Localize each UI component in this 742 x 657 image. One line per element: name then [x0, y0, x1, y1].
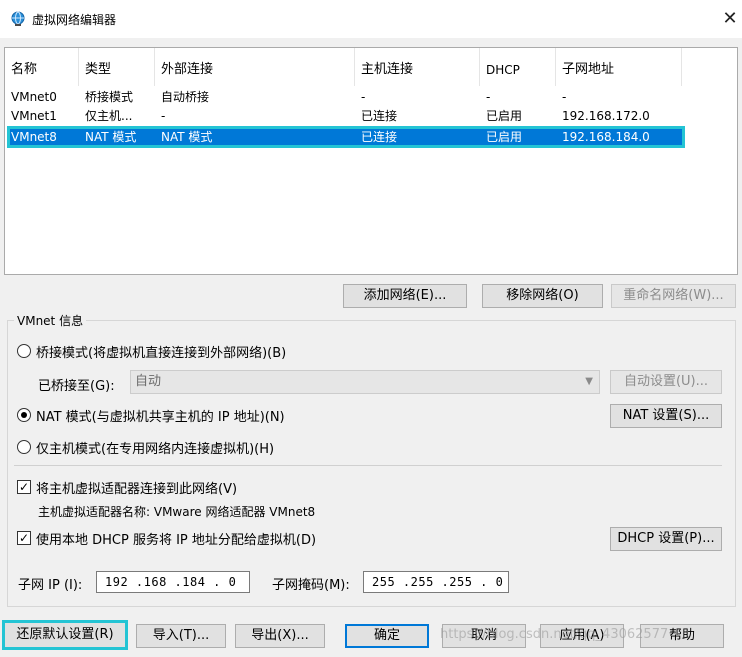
remove-network-button[interactable]: 移除网络(O)	[482, 284, 603, 308]
rename-network-button[interactable]: 重命名网络(W)...	[611, 284, 736, 308]
apply-button[interactable]: 应用(A)	[540, 624, 624, 648]
cell-external: 自动桥接	[161, 90, 210, 104]
export-button[interactable]: 导出(X)...	[235, 624, 325, 648]
cell-dhcp: -	[486, 90, 491, 104]
list-header: 名称 类型 外部连接 主机连接 DHCP 子网地址	[5, 48, 737, 86]
nat-mode-radio[interactable]	[17, 408, 31, 422]
cell-host: 已连接	[361, 130, 398, 144]
window-title: 虚拟网络编辑器	[32, 13, 117, 27]
host-only-mode-radio[interactable]	[17, 440, 31, 454]
subnet-mask-label: 子网掩码(M):	[272, 578, 350, 593]
connect-adapter-checkbox[interactable]: ✓	[17, 480, 31, 494]
cell-subnet: 192.168.184.0	[562, 130, 650, 144]
cell-type: NAT 模式	[85, 130, 137, 144]
cell-subnet: 192.168.172.0	[562, 109, 650, 123]
cell-dhcp: 已启用	[486, 109, 523, 123]
adapter-name-text: 主机虚拟适配器名称: VMware 网络适配器 VMnet8	[38, 505, 316, 519]
bridge-mode-label[interactable]: 桥接模式(将虚拟机直接连接到外部网络)(B)	[36, 342, 286, 361]
cell-host: 已连接	[361, 109, 398, 123]
bridged-to-select[interactable]: 自动 ▼	[130, 370, 600, 394]
help-button[interactable]: 帮助	[640, 624, 724, 648]
cell-name: VMnet0	[11, 90, 57, 104]
vmnet-info-group	[7, 320, 736, 607]
subnet-mask-field[interactable]: 255 .255 .255 . 0	[363, 571, 509, 593]
column-header-name[interactable]: 名称	[5, 48, 79, 86]
cell-type: 仅主机...	[85, 109, 133, 123]
auto-settings-button[interactable]: 自动设置(U)...	[610, 370, 722, 394]
nat-mode-label[interactable]: NAT 模式(与虚拟机共享主机的 IP 地址)(N)	[36, 406, 285, 425]
restore-defaults-button[interactable]: 还原默认设置(R)	[2, 620, 128, 650]
nat-settings-button[interactable]: NAT 设置(S)...	[610, 404, 722, 428]
column-header-dhcp[interactable]: DHCP	[480, 48, 556, 86]
chevron-down-icon: ▼	[585, 376, 593, 387]
cell-external: -	[161, 109, 166, 123]
table-row[interactable]: VMnet1 仅主机... - 已连接 已启用 192.168.172.0	[5, 107, 737, 125]
column-header-subnet[interactable]: 子网地址	[556, 48, 682, 86]
cell-host: -	[361, 90, 366, 104]
host-only-mode-label[interactable]: 仅主机模式(在专用网络内连接虚拟机)(H)	[36, 438, 274, 457]
vmnet-info-legend: VMnet 信息	[14, 312, 87, 329]
network-list[interactable]: 名称 类型 外部连接 主机连接 DHCP 子网地址 VMnet0 桥接模式 自动…	[4, 47, 738, 275]
ok-button[interactable]: 确定	[345, 624, 429, 648]
table-row-selected[interactable]: VMnet8 NAT 模式 NAT 模式 已连接 已启用 192.168.184…	[7, 126, 685, 148]
globe-network-icon	[11, 11, 25, 26]
add-network-button[interactable]: 添加网络(E)...	[343, 284, 467, 308]
cell-type: 桥接模式	[85, 90, 134, 104]
column-header-host[interactable]: 主机连接	[355, 48, 480, 86]
column-header-type[interactable]: 类型	[79, 48, 155, 86]
dhcp-checkbox[interactable]: ✓	[17, 531, 31, 545]
import-button[interactable]: 导入(T)...	[136, 624, 226, 648]
close-icon[interactable]: ✕	[718, 7, 742, 31]
table-row[interactable]: VMnet0 桥接模式 自动桥接 - - -	[5, 88, 737, 106]
cell-dhcp: 已启用	[486, 130, 523, 144]
section-divider	[14, 465, 722, 466]
subnet-ip-field[interactable]: 192 .168 .184 . 0	[96, 571, 250, 593]
cancel-button[interactable]: 取消	[442, 624, 526, 648]
cell-name: VMnet8	[11, 130, 57, 144]
bridged-to-value: 自动	[135, 374, 162, 389]
bridged-to-label: 已桥接至(G):	[38, 379, 115, 394]
cell-external: NAT 模式	[161, 130, 213, 144]
dhcp-settings-button[interactable]: DHCP 设置(P)...	[610, 527, 722, 551]
dhcp-label[interactable]: 使用本地 DHCP 服务将 IP 地址分配给虚拟机(D)	[36, 529, 316, 548]
cell-name: VMnet1	[11, 109, 57, 123]
column-header-external[interactable]: 外部连接	[155, 48, 355, 86]
connect-adapter-label[interactable]: 将主机虚拟适配器连接到此网络(V)	[36, 478, 237, 497]
subnet-ip-label: 子网 IP (I):	[18, 578, 83, 593]
bridge-mode-radio[interactable]	[17, 344, 31, 358]
cell-subnet: -	[562, 90, 567, 104]
